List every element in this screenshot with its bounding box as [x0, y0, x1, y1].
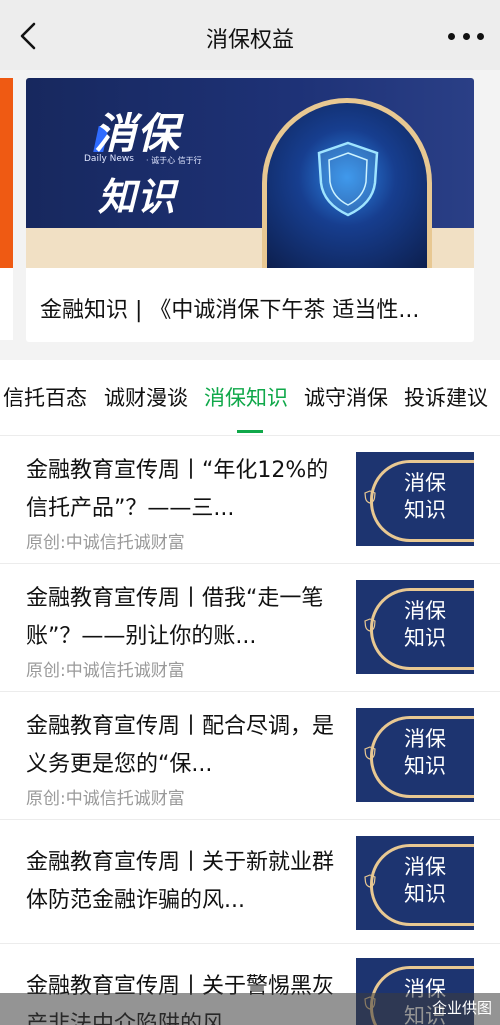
- thumbnail-label: 消保知识: [404, 855, 446, 906]
- banner-arch-graphic: [262, 98, 432, 268]
- list-item[interactable]: 金融教育宣传周丨“年化12%的信托产品”？——三... 原创:中诚信托诚财富 消…: [0, 436, 500, 564]
- tab-xintuo-baitai[interactable]: 信托百态: [3, 382, 87, 412]
- active-tab-indicator: [237, 430, 263, 433]
- list-item[interactable]: 金融教育宣传周丨关于新就业群体防范金融诈骗的风... 消保知识: [0, 820, 500, 944]
- article-source: 原创:中诚信托诚财富: [26, 661, 185, 681]
- featured-article-card[interactable]: 消保 Daily News · 诚于心 信于行 知识 金融知识 | 《中诚消保下…: [26, 78, 474, 342]
- category-tabs: 信托百态 诚财漫谈 消保知识 诚守消保 投诉建议: [0, 380, 500, 436]
- page-title: 消保权益: [205, 28, 294, 53]
- shield-icon: [364, 746, 376, 760]
- article-thumbnail: 消保知识: [356, 708, 474, 802]
- shield-icon: [317, 141, 379, 217]
- shield-icon: [364, 490, 376, 504]
- featured-article-title: 金融知识 | 《中诚消保下午茶 适当性...: [40, 298, 420, 323]
- top-nav-bar: 消保权益: [0, 0, 500, 70]
- list-item[interactable]: 金融教育宣传周丨借我“走一笔账”？——别让你的账... 原创:中诚信托诚财富 消…: [0, 564, 500, 692]
- article-thumbnail: 消保知识: [356, 580, 474, 674]
- thumbnail-label: 消保知识: [404, 599, 446, 650]
- thumbnail-label: 消保知识: [404, 727, 446, 778]
- banner-headline-1: 消保: [94, 109, 181, 158]
- more-dots-icon[interactable]: [448, 22, 484, 50]
- tab-xiaobao-zhishi[interactable]: 消保知识: [204, 382, 288, 412]
- thumbnail-label: 消保知识: [404, 471, 446, 522]
- image-credit: 企业供图: [431, 999, 492, 1017]
- previous-card-peek[interactable]: [0, 78, 13, 340]
- shield-icon: [364, 874, 376, 888]
- article-title: 金融教育宣传周丨借我“走一笔账”？——别让你的账...: [26, 586, 324, 649]
- article-title: 金融教育宣传周丨配合尽调，是义务更是您的“保...: [26, 714, 335, 777]
- article-source: 原创:中诚信托诚财富: [26, 789, 185, 809]
- tab-chengshou-xiaobao[interactable]: 诚守消保: [304, 382, 388, 412]
- featured-banner-image: 消保 Daily News · 诚于心 信于行 知识: [26, 78, 474, 268]
- article-title: 金融教育宣传周丨“年化12%的信托产品”？——三...: [26, 458, 329, 521]
- banner-slogan: · 诚于心 信于行: [146, 156, 202, 165]
- banner-headline-2: 知识: [98, 175, 177, 219]
- article-thumbnail: 消保知识: [356, 452, 474, 546]
- list-item[interactable]: 金融教育宣传周丨配合尽调，是义务更是您的“保... 原创:中诚信托诚财富 消保知…: [0, 692, 500, 820]
- banner-daily-news: Daily News: [84, 154, 134, 164]
- tab-chengcai-mantan[interactable]: 诚财漫谈: [104, 382, 188, 412]
- article-source: 原创:中诚信托诚财富: [26, 533, 185, 553]
- shield-icon: [364, 618, 376, 632]
- tab-tousu-jianyi[interactable]: 投诉建议: [404, 382, 488, 412]
- image-credit-bar: 企业供图: [0, 993, 500, 1025]
- article-title: 金融教育宣传周丨关于新就业群体防范金融诈骗的风...: [26, 850, 335, 913]
- article-thumbnail: 消保知识: [356, 836, 474, 930]
- banner-carousel: 消保 Daily News · 诚于心 信于行 知识 金融知识 | 《中诚消保下…: [0, 70, 500, 360]
